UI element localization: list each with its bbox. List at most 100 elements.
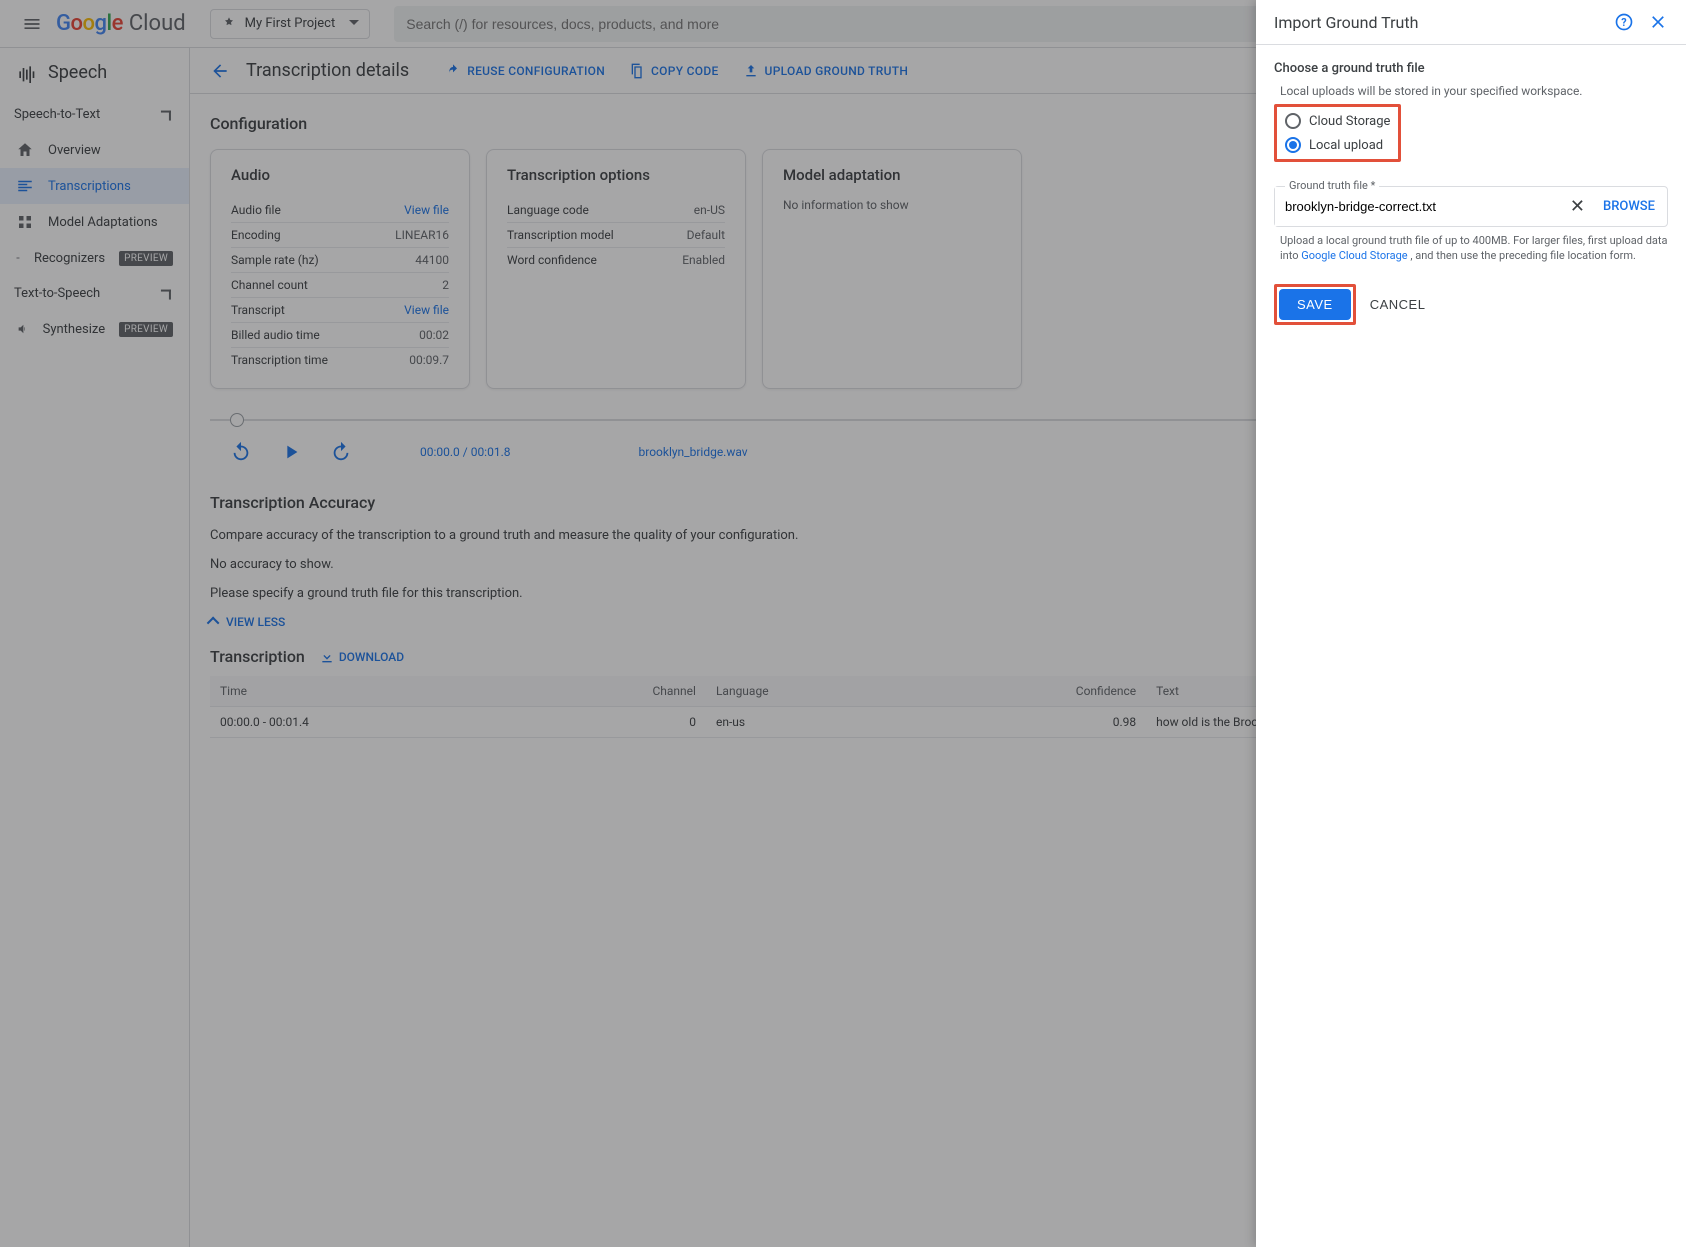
kv-link[interactable]: View file <box>404 203 449 217</box>
kv-value: 44100 <box>415 253 449 267</box>
kv-row: Audio file View file <box>231 198 449 223</box>
clear-icon[interactable]: ✕ <box>1564 196 1591 217</box>
project-name: My First Project <box>245 16 336 31</box>
ground-truth-file-field: Ground truth file * ✕ BROWSE <box>1274 186 1668 227</box>
sidebar-item-label: Recognizers <box>34 251 105 266</box>
kv-value: 00:09.7 <box>409 353 449 367</box>
download-label: DOWNLOAD <box>339 650 404 664</box>
cancel-button[interactable]: CANCEL <box>1370 297 1426 312</box>
nav-group-tts-label: Text-to-Speech <box>14 286 100 301</box>
kv-key: Word confidence <box>507 253 597 267</box>
sidebar-item-label: Synthesize <box>43 322 105 337</box>
sidebar-item-label: Overview <box>48 143 101 158</box>
col-lang: Language <box>706 676 915 707</box>
sidebar: Speech Speech-to-Text Overview Transcrip… <box>0 48 190 1247</box>
sidebar-item-transcriptions[interactable]: Transcriptions <box>0 168 189 204</box>
kv-row: Sample rate (hz) 44100 <box>231 248 449 273</box>
col-conf: Confidence <box>915 676 1146 707</box>
play-icon[interactable] <box>280 441 302 463</box>
kv-key: Transcription model <box>507 228 614 242</box>
download-button[interactable]: DOWNLOAD <box>319 649 404 665</box>
cell-conf: 0.98 <box>915 707 1146 738</box>
sidebar-item-overview[interactable]: Overview <box>0 132 189 168</box>
transcription-heading: Transcription <box>210 647 305 666</box>
kv-key: Channel count <box>231 278 308 292</box>
action-label: COPY CODE <box>651 64 719 78</box>
chevron-up-icon <box>210 615 221 629</box>
radio-label: Cloud Storage <box>1309 114 1390 129</box>
svg-text:?: ? <box>1621 16 1626 29</box>
accuracy-empty: No accuracy to show. <box>210 557 810 572</box>
page-title: Transcription details <box>246 60 409 81</box>
forward-icon[interactable] <box>330 441 352 463</box>
accuracy-desc: Compare accuracy of the transcription to… <box>210 528 810 543</box>
reuse-config-button[interactable]: REUSE CONFIGURATION <box>445 63 605 79</box>
sidebar-item-adaptations[interactable]: Model Adaptations <box>0 204 189 240</box>
preview-badge: PREVIEW <box>119 251 173 266</box>
gcs-link[interactable]: Google Cloud Storage <box>1301 249 1410 262</box>
preview-badge: PREVIEW <box>119 322 173 337</box>
back-arrow-icon[interactable] <box>210 61 230 81</box>
kv-row: Transcription modelDefault <box>507 223 725 248</box>
save-button[interactable]: SAVE <box>1279 289 1351 320</box>
import-drawer: Import Ground Truth ? Choose a ground tr… <box>1256 0 1686 1247</box>
card-empty-text: No information to show <box>783 198 1001 212</box>
kv-key: Transcript <box>231 303 285 317</box>
upload-ground-truth-button[interactable]: UPLOAD GROUND TRUTH <box>743 63 909 79</box>
ground-truth-input[interactable] <box>1275 187 1564 226</box>
chevron-up-icon <box>161 285 179 303</box>
kv-row: Channel count 2 <box>231 273 449 298</box>
sidebar-product-name: Speech <box>48 62 107 83</box>
accuracy-prompt: Please specify a ground truth file for t… <box>210 586 810 601</box>
help-icon[interactable]: ? <box>1614 12 1634 32</box>
nav-group-stt-label: Speech-to-Text <box>14 107 100 122</box>
kv-row: Transcription time00:09.7 <box>231 348 449 372</box>
view-less-label: VIEW LESS <box>226 615 285 629</box>
kv-key: Sample rate (hz) <box>231 253 319 267</box>
action-label: UPLOAD GROUND TRUTH <box>765 64 909 78</box>
sidebar-product-header[interactable]: Speech <box>0 48 189 97</box>
radio-local-upload[interactable]: Local upload <box>1279 133 1396 157</box>
kv-value: Enabled <box>682 253 725 267</box>
sidebar-item-label: Model Adaptations <box>48 215 158 230</box>
sidebar-item-recognizers[interactable]: Recognizers PREVIEW <box>0 240 189 276</box>
chevron-up-icon <box>161 106 179 124</box>
card-title: Model adaptation <box>783 166 1001 184</box>
action-label: REUSE CONFIGURATION <box>467 64 605 78</box>
radio-label: Local upload <box>1309 138 1383 153</box>
google-cloud-logo[interactable]: Google Cloud <box>56 11 186 36</box>
browse-button[interactable]: BROWSE <box>1591 199 1667 214</box>
sidebar-item-label: Transcriptions <box>48 179 131 194</box>
kv-value: 2 <box>442 278 449 292</box>
menu-icon[interactable] <box>8 0 56 48</box>
card-title: Transcription options <box>507 166 725 184</box>
track-knob[interactable] <box>230 413 244 427</box>
col-channel: Channel <box>523 676 706 707</box>
kv-row: Transcript View file <box>231 298 449 323</box>
save-highlight: SAVE <box>1274 284 1356 325</box>
sidebar-item-synthesize[interactable]: Synthesize PREVIEW <box>0 311 189 347</box>
kv-value: 00:02 <box>419 328 449 342</box>
cell-time: 00:00.0 - 00:01.4 <box>210 707 523 738</box>
radio-icon <box>1285 113 1301 129</box>
close-icon[interactable] <box>1648 12 1668 32</box>
card-audio: Audio Audio fileView fileEncodingLINEAR1… <box>210 149 470 389</box>
kv-key: Audio file <box>231 203 281 217</box>
nav-group-tts[interactable]: Text-to-Speech <box>0 276 189 311</box>
kv-value: LINEAR16 <box>395 228 449 242</box>
card-title: Audio <box>231 166 449 184</box>
radio-cloud-storage[interactable]: Cloud Storage <box>1279 109 1396 133</box>
player-time: 00:00.0 / 00:01.8 <box>420 445 511 459</box>
project-picker[interactable]: My First Project <box>210 9 371 39</box>
card-options: Transcription options Language codeen-US… <box>486 149 746 389</box>
radio-icon <box>1285 137 1301 153</box>
col-time: Time <box>210 676 523 707</box>
chevron-down-icon <box>343 16 359 31</box>
replay-icon[interactable] <box>230 441 252 463</box>
copy-code-button[interactable]: COPY CODE <box>629 63 719 79</box>
nav-group-stt[interactable]: Speech-to-Text <box>0 97 189 132</box>
kv-link[interactable]: View file <box>404 303 449 317</box>
kv-value: en-US <box>694 203 725 217</box>
kv-key: Billed audio time <box>231 328 320 342</box>
player-file[interactable]: brooklyn_bridge.wav <box>639 445 748 459</box>
